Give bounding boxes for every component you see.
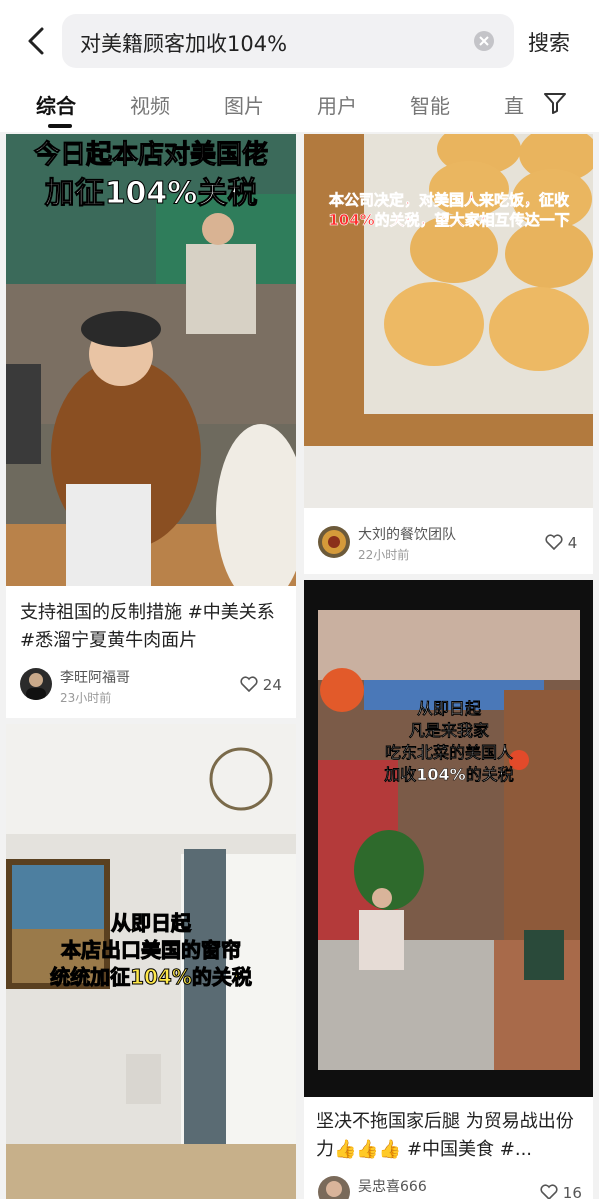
restaurant-interior-photo: [304, 580, 593, 1097]
like-count: 24: [262, 676, 282, 694]
tab-smart[interactable]: 智能: [410, 90, 450, 119]
search-button[interactable]: 搜索: [528, 27, 570, 57]
tab-live[interactable]: 直: [504, 90, 524, 119]
like-button[interactable]: 16: [540, 1184, 582, 1199]
post-card[interactable]: 从即日起 凡是来我家 吃东北菜的美国人 加收104%的关税 坚决不拖国家后腿 为…: [304, 580, 593, 1199]
heart-icon: [240, 676, 258, 693]
tab-all[interactable]: 综合: [36, 90, 76, 119]
back-button[interactable]: [22, 26, 52, 56]
tab-users[interactable]: 用户: [317, 90, 357, 119]
overlay-text: 从即日起 凡是来我家 吃东北菜的美国人 加收104%的关税: [318, 698, 580, 786]
overlay-line: 吃东北菜的美国人: [384, 743, 513, 762]
search-input[interactable]: 对美籍顾客加收104%: [62, 14, 514, 68]
overlay-line: 本店出口美国的窗帘: [61, 938, 242, 963]
avatar-image: [326, 1181, 342, 1197]
like-button[interactable]: 24: [240, 676, 282, 694]
overlay-line: 凡是来我家: [408, 721, 489, 740]
like-count: 4: [567, 534, 578, 552]
avatar[interactable]: [318, 1176, 350, 1199]
overlay-line: 从即日起: [111, 911, 192, 936]
filter-button[interactable]: [543, 92, 567, 118]
overlay-text: 今日起本店对美国佬: [33, 140, 268, 171]
search-query: 对美籍顾客加收104%: [80, 32, 288, 56]
overlay-line: 加收104%的关税: [384, 765, 514, 784]
overlay-text: 从即日起 本店出口美国的窗帘 统统加征104%的关税: [6, 910, 296, 991]
author-name[interactable]: 吴忠喜666: [358, 1176, 427, 1196]
close-icon: [479, 36, 489, 46]
search-header: 对美籍顾客加收104% 搜索: [0, 0, 599, 84]
overlay-line: 统统加征104%的关税: [50, 965, 253, 990]
overlay-text: 本公司决定，对美国人来吃饭，征收104%的关税，望大家相互传达一下: [328, 191, 570, 230]
heart-icon: [540, 1184, 558, 1199]
avatar-image: [322, 530, 346, 554]
active-tab-indicator: [48, 124, 72, 128]
like-button[interactable]: 4: [545, 534, 577, 552]
tab-bar: 综合 视频 图片 用户 智能 直: [0, 84, 599, 132]
heart-icon: [545, 534, 563, 551]
avatar[interactable]: [318, 526, 350, 558]
post-image: 本公司决定，对美国人来吃饭，征收104%的关税，望大家相互传达一下: [304, 134, 593, 508]
author-name[interactable]: 李旺阿福哥: [60, 667, 130, 687]
chevron-left-icon: [28, 27, 44, 55]
overlay-text: 加征104%关税: [44, 176, 258, 212]
post-card[interactable]: 从即日起 本店出口美国的窗帘 统统加征104%的关税: [6, 724, 296, 1199]
post-caption: 支持祖国的反制措施 #中美关系 #悉溜宁夏黄牛肉面片: [20, 602, 275, 651]
post-card[interactable]: 今日起本店对美国佬 加征104%关税 支持祖国的反制措施 #中美关系 #悉溜宁夏…: [6, 134, 296, 718]
filter-icon: [544, 93, 566, 114]
tab-images[interactable]: 图片: [224, 90, 264, 119]
avatar[interactable]: [20, 668, 52, 700]
avatar-image: [26, 673, 46, 700]
post-image: 从即日起 凡是来我家 吃东北菜的美国人 加收104%的关税: [304, 580, 593, 1097]
post-time: 22小时前: [358, 548, 410, 562]
overlay-line: 从即日起: [416, 699, 481, 718]
post-caption: 坚决不拖国家后腿 为贸易战出份力👍👍👍 #中国美食 #...: [316, 1111, 574, 1160]
post-card[interactable]: 本公司决定，对美国人来吃饭，征收104%的关税，望大家相互传达一下 大刘的餐饮团…: [304, 134, 593, 574]
post-image: 从即日起 本店出口美国的窗帘 统统加征104%的关税: [6, 724, 296, 1199]
post-time: 23小时前: [60, 691, 112, 705]
tab-video[interactable]: 视频: [130, 90, 170, 119]
clear-button[interactable]: [474, 31, 494, 51]
author-name[interactable]: 大刘的餐饮团队: [358, 524, 456, 544]
post-image: 今日起本店对美国佬 加征104%关税: [6, 134, 296, 586]
like-count: 16: [562, 1184, 582, 1199]
